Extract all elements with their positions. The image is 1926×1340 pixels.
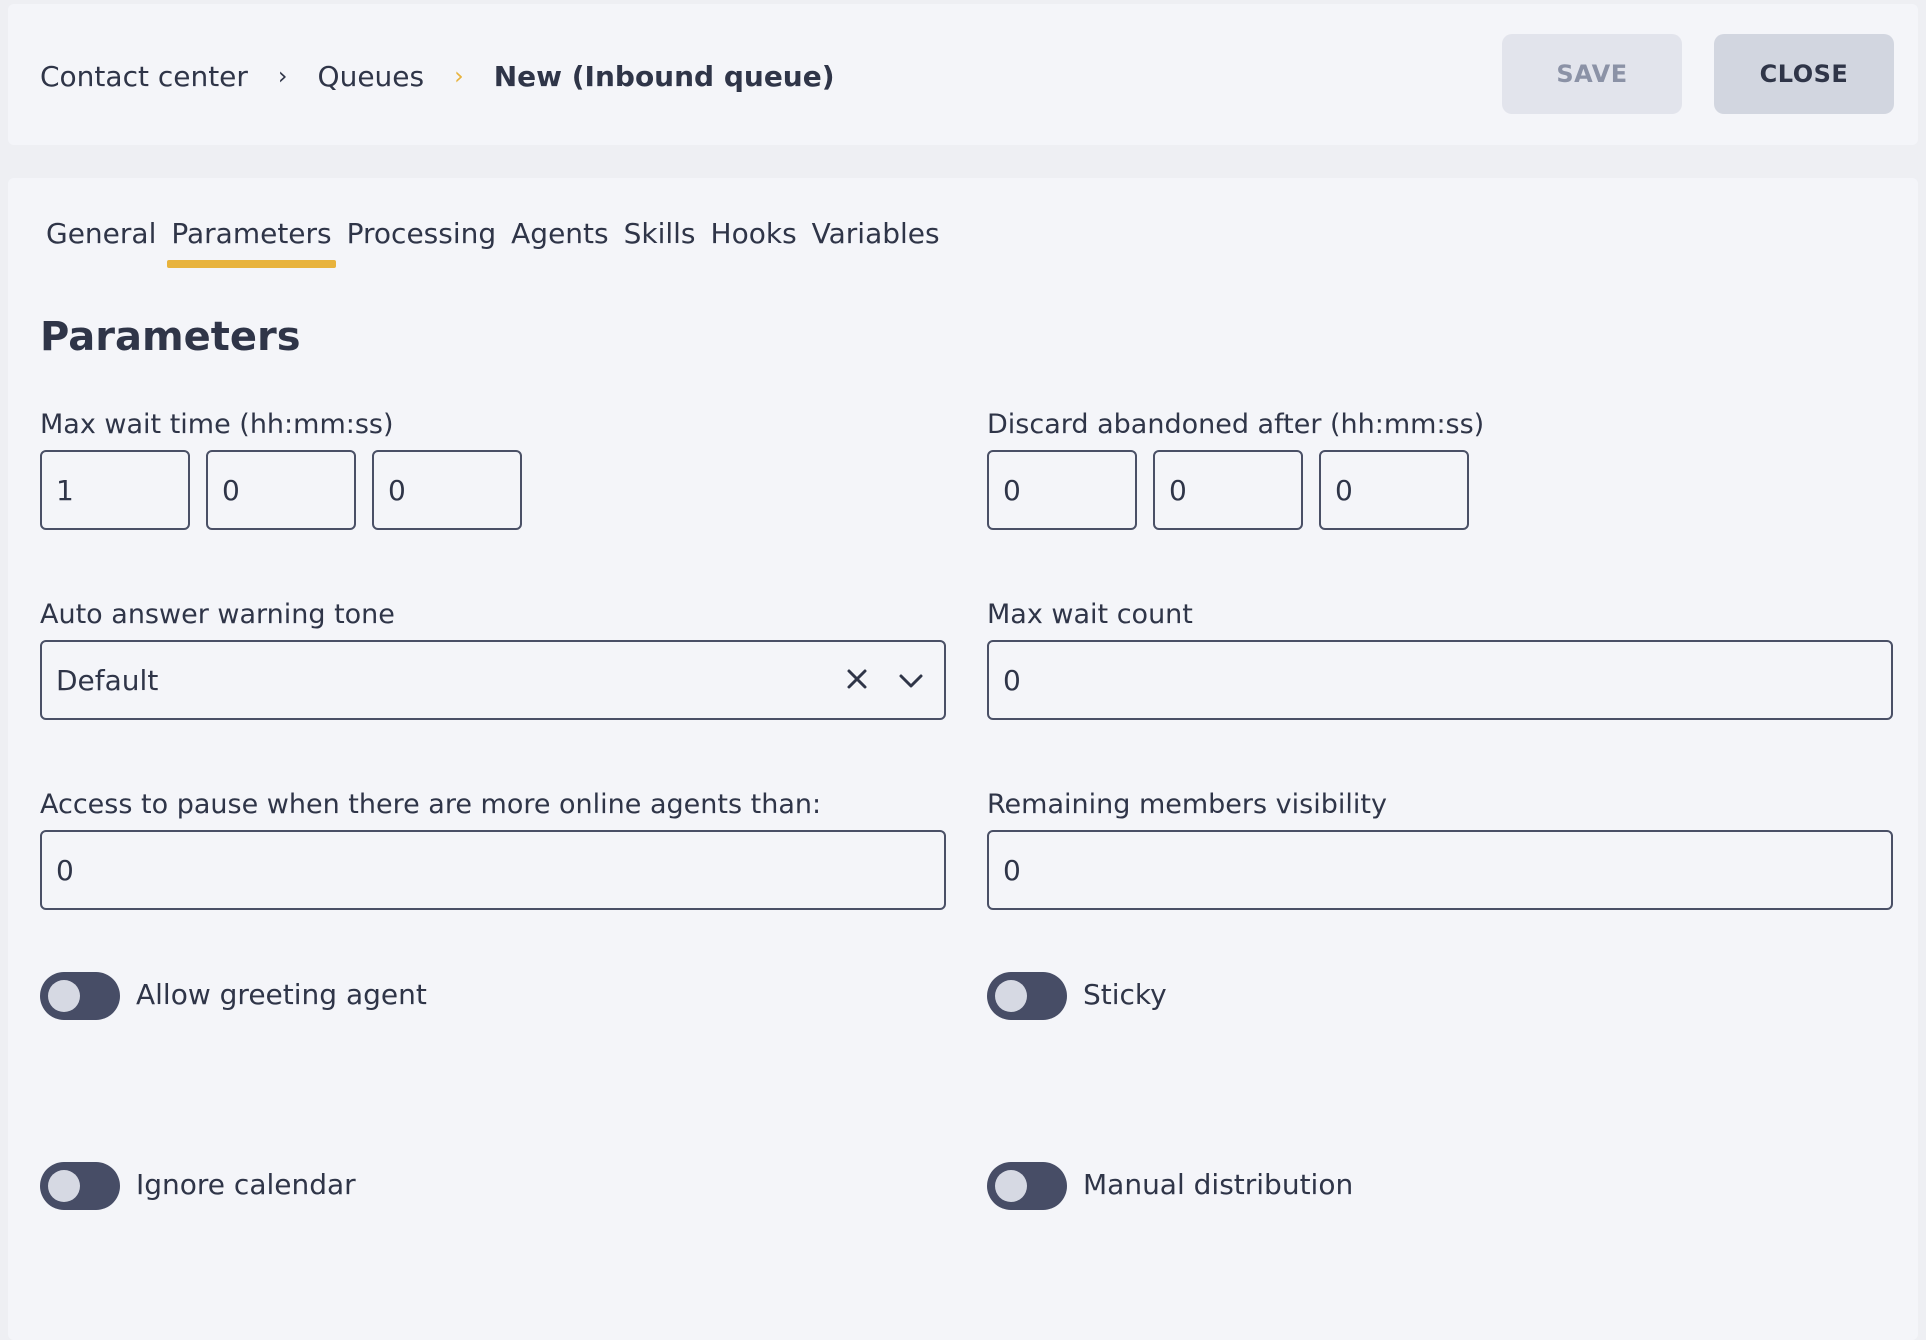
access-to-pause-input[interactable]: 0	[40, 830, 946, 910]
chevron-right-icon: ›	[454, 62, 464, 90]
page-header: Contact center › Queues › New (Inbound q…	[8, 4, 1918, 145]
manual-distribution-label: Manual distribution	[1083, 1168, 1354, 1201]
tab-skills[interactable]: Skills	[620, 212, 700, 268]
ignore-calendar-label: Ignore calendar	[136, 1168, 356, 1201]
max-wait-count-label: Max wait count	[987, 599, 1193, 630]
tab-parameters[interactable]: Parameters	[167, 212, 336, 268]
tab-processing[interactable]: Processing	[343, 212, 501, 268]
tab-bar: General Parameters Processing Agents Ski…	[42, 212, 951, 270]
auto-answer-tone-select[interactable]: Default	[40, 640, 946, 720]
max-wait-count-input[interactable]: 0	[987, 640, 1893, 720]
remaining-members-input[interactable]: 0	[987, 830, 1893, 910]
auto-answer-tone-value: Default	[56, 663, 159, 697]
chevron-down-icon[interactable]	[898, 664, 924, 697]
discard-seconds-input[interactable]: 0	[1319, 450, 1469, 530]
breadcrumb: Contact center › Queues › New (Inbound q…	[40, 56, 835, 96]
allow-greeting-agent-toggle[interactable]	[40, 972, 120, 1020]
max-wait-seconds-input[interactable]: 0	[372, 450, 522, 530]
max-wait-hours-input[interactable]: 1	[40, 450, 190, 530]
sticky-label: Sticky	[1083, 978, 1167, 1011]
max-wait-minutes-input[interactable]: 0	[206, 450, 356, 530]
discard-hours-input[interactable]: 0	[987, 450, 1137, 530]
discard-minutes-input[interactable]: 0	[1153, 450, 1303, 530]
clear-icon[interactable]	[846, 664, 868, 697]
auto-answer-tone-label: Auto answer warning tone	[40, 599, 395, 630]
remaining-members-label: Remaining members visibility	[987, 789, 1387, 820]
tab-general[interactable]: General	[42, 212, 160, 268]
save-button[interactable]: SAVE	[1502, 34, 1682, 114]
breadcrumb-contact-center[interactable]: Contact center	[40, 60, 248, 93]
discard-abandoned-label: Discard abandoned after (hh:mm:ss)	[987, 409, 1485, 440]
manual-distribution-toggle[interactable]	[987, 1162, 1067, 1210]
close-button[interactable]: CLOSE	[1714, 34, 1894, 114]
tab-variables[interactable]: Variables	[808, 212, 944, 268]
chevron-right-icon: ›	[277, 62, 288, 90]
allow-greeting-agent-label: Allow greeting agent	[136, 978, 427, 1011]
breadcrumb-current: New (Inbound queue)	[493, 59, 835, 93]
tab-hooks[interactable]: Hooks	[707, 212, 801, 268]
sticky-toggle[interactable]	[987, 972, 1067, 1020]
max-wait-time-label: Max wait time (hh:mm:ss)	[40, 409, 394, 440]
breadcrumb-queues[interactable]: Queues	[318, 60, 425, 93]
ignore-calendar-toggle[interactable]	[40, 1162, 120, 1210]
main-panel: General Parameters Processing Agents Ski…	[8, 178, 1918, 1340]
tab-agents[interactable]: Agents	[507, 212, 612, 268]
section-title: Parameters	[40, 314, 301, 360]
access-to-pause-label: Access to pause when there are more onli…	[40, 789, 822, 820]
